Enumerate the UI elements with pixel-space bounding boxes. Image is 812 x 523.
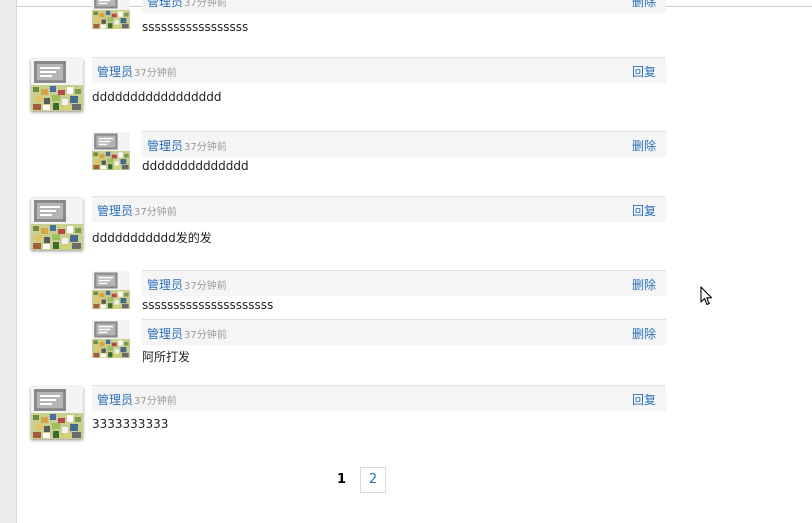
reply-header: 管理员37分钟前 删除 — [142, 131, 666, 157]
reply-header: 管理员37分钟前 删除 — [142, 270, 666, 296]
delete-link[interactable]: 删除 — [632, 137, 656, 154]
reply-link[interactable]: 回复 — [632, 391, 656, 408]
reply-link[interactable]: 回复 — [632, 202, 656, 219]
username-link[interactable]: 管理员37分钟前 — [97, 391, 177, 408]
username-link[interactable]: 管理员37分钟前 — [97, 63, 177, 80]
username-link[interactable]: 管理员37分钟前 — [147, 325, 227, 342]
avatar-image — [31, 59, 83, 111]
avatar-image — [92, 0, 130, 29]
avatar-image — [92, 320, 130, 358]
mouse-pointer-icon — [700, 286, 713, 306]
username[interactable]: 管理员 — [147, 278, 183, 292]
username[interactable]: 管理员 — [147, 139, 183, 153]
username[interactable]: 管理员 — [97, 204, 133, 218]
comment-header: 管理员37分钟前 回复 — [92, 196, 666, 222]
username[interactable]: 管理员 — [147, 0, 183, 9]
comment-time: 37分钟前 — [134, 207, 177, 218]
comment-text: 阿所打发 — [142, 350, 191, 364]
avatar — [92, 320, 130, 358]
reply-header: 管理员37分钟前 删除 — [142, 319, 666, 345]
avatar-image — [92, 132, 130, 170]
comment-header: 管理员37分钟前 回复 — [92, 57, 666, 83]
comment-text: 3333333333 — [92, 417, 169, 431]
avatar — [31, 387, 83, 439]
comment-time: 37分钟前 — [184, 0, 227, 9]
username[interactable]: 管理员 — [97, 65, 133, 79]
avatar-image — [92, 271, 130, 309]
comment-text: sssssssssssssssss — [142, 20, 249, 34]
delete-link[interactable]: 删除 — [632, 325, 656, 342]
delete-link[interactable]: 删除 — [632, 0, 656, 10]
username-link[interactable]: 管理员37分钟前 — [147, 276, 227, 293]
username-link[interactable]: 管理员37分钟前 — [147, 0, 227, 10]
username[interactable]: 管理员 — [147, 327, 183, 341]
comment-panel: 管理员37分钟前 删除 sssssssssssssssss 管理员37分钟前 回… — [16, 0, 812, 523]
avatar-image — [31, 387, 83, 439]
comment-time: 37分钟前 — [184, 281, 227, 292]
delete-link[interactable]: 删除 — [632, 276, 656, 293]
comment-time: 37分钟前 — [134, 68, 177, 79]
reply-header: 管理员37分钟前 删除 — [142, 0, 666, 13]
page-2-link[interactable]: 2 — [360, 467, 386, 493]
comment-text: ddddddddddd发的发 — [92, 231, 212, 245]
username[interactable]: 管理员 — [97, 393, 133, 407]
avatar — [92, 271, 130, 309]
comment-header: 管理员37分钟前 回复 — [92, 385, 666, 411]
avatar — [31, 198, 83, 250]
username-link[interactable]: 管理员37分钟前 — [147, 137, 227, 154]
avatar — [92, 0, 130, 29]
username-link[interactable]: 管理员37分钟前 — [97, 202, 177, 219]
comment-time: 37分钟前 — [184, 142, 227, 153]
comment-time: 37分钟前 — [134, 396, 177, 407]
comment-text: sssssssssssssssssssss — [142, 298, 274, 312]
reply-link[interactable]: 回复 — [632, 63, 656, 80]
comment-text: ddddddddddddddddd — [92, 90, 222, 104]
current-page: 1 — [337, 472, 347, 487]
comment-time: 37分钟前 — [184, 330, 227, 341]
avatar — [92, 132, 130, 170]
comment-text: dddddddddddddd — [142, 159, 249, 173]
avatar — [31, 59, 83, 111]
avatar-image — [31, 198, 83, 250]
